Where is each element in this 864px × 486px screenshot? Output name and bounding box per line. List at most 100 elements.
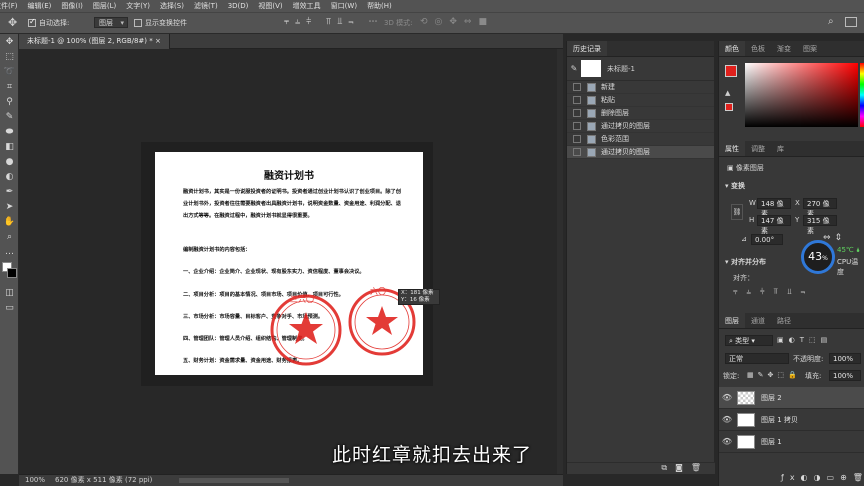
menu-type[interactable]: 文字(Y) (121, 1, 155, 11)
menu-image[interactable]: 图像(I) (56, 1, 88, 11)
hue-slider[interactable] (860, 63, 864, 127)
history-item[interactable]: 删除图层 (567, 107, 714, 120)
tab-swatches[interactable]: 色板 (745, 41, 771, 56)
more-tools-icon[interactable]: … (0, 244, 19, 259)
menu-select[interactable]: 选择(S) (155, 1, 189, 11)
height-field[interactable]: 147 像素 (757, 215, 791, 235)
blend-mode-dropdown[interactable]: 正常 (725, 353, 789, 364)
menu-filter[interactable]: 滤镜(T) (189, 1, 223, 11)
path-select-tool-icon[interactable]: ➤ (0, 199, 19, 214)
foreground-color-swatch[interactable] (725, 65, 737, 77)
menu-window[interactable]: 窗口(W) (326, 1, 362, 11)
gamut-warning-icon[interactable]: ▲ (725, 89, 735, 97)
tab-libraries[interactable]: 库 (771, 141, 790, 156)
history-source-box[interactable] (573, 109, 581, 117)
menu-plugins[interactable]: 增效工具 (288, 1, 326, 11)
layer-row[interactable]: 👁 图层 1 拷贝 (719, 409, 864, 431)
menu-file[interactable]: 文件(F) (0, 1, 23, 11)
document-size-info[interactable]: 620 像素 x 511 像素 (72 ppi) (55, 475, 152, 486)
document-tab[interactable]: 未标题-1 @ 100% (图层 2, RGB/8#) * × (19, 34, 170, 49)
tab-channels[interactable]: 通道 (745, 313, 771, 328)
auto-select-label: 自动选择: (39, 19, 70, 27)
menu-help[interactable]: 帮助(H) (362, 1, 397, 11)
tab-paths[interactable]: 路径 (771, 313, 797, 328)
layer-filter-dropdown[interactable]: ⌕ 类型 ▾ (725, 335, 773, 346)
tab-patterns[interactable]: 图案 (797, 41, 823, 56)
history-snapshot[interactable]: ✎ 未标题-1 (567, 57, 714, 81)
align-distribute-header[interactable]: ▾ 对齐并分布 (725, 257, 766, 267)
color-picker-field[interactable] (745, 63, 858, 127)
eraser-tool-icon[interactable]: ◧ (0, 139, 19, 154)
tab-properties[interactable]: 属性 (719, 141, 745, 156)
eye-icon[interactable]: 👁 (719, 393, 735, 402)
zoom-tool-icon[interactable]: ⌕ (0, 229, 19, 244)
align-buttons[interactable]: ⫧⫨⫩⫪⫫⫬ (733, 287, 814, 297)
brush-tool-icon[interactable]: ✎ (0, 109, 19, 124)
horizontal-scrollbar[interactable] (179, 478, 289, 483)
dodge-tool-icon[interactable]: ◐ (0, 169, 19, 184)
history-source-box[interactable] (573, 135, 581, 143)
history-item[interactable]: 通过拷贝的图层 (567, 120, 714, 133)
lasso-tool-icon[interactable]: ➰ (0, 64, 19, 79)
tab-history[interactable]: 历史记录 (567, 41, 607, 56)
search-icon[interactable]: ⌕ (828, 16, 834, 27)
zoom-level[interactable]: 100% (25, 475, 45, 486)
history-item-selected[interactable]: 通过拷贝的图层 (567, 146, 714, 159)
pen-tool-icon[interactable]: ✒ (0, 184, 19, 199)
history-item[interactable]: 新建 (567, 81, 714, 94)
history-source-box[interactable] (573, 148, 581, 156)
eyedropper-tool-icon[interactable]: ⚲ (0, 94, 19, 109)
auto-select-dropdown[interactable]: 图层 (94, 17, 128, 28)
align-icons[interactable]: ⫧⫨⫩ ⫪⫫⫬ ⋯ (284, 17, 383, 27)
history-source-box[interactable] (573, 96, 581, 104)
layers-footer-icons[interactable]: ƒx◐◑▭⊕🗑 (781, 473, 864, 482)
crop-tool-icon[interactable]: ⌗ (0, 79, 19, 94)
layer-filter-icons[interactable]: ▣◐T⬚▤ (777, 336, 832, 344)
mode-3d-icons[interactable]: ⟲◎✥⇔■ (420, 17, 494, 27)
tab-adjustments[interactable]: 调整 (745, 141, 771, 156)
doc-paragraph-2: 编制融资计划书的内容包括： (183, 247, 251, 253)
move-tool-icon[interactable]: ✥ (8, 16, 17, 29)
eye-icon[interactable]: 👁 (719, 415, 735, 424)
close-icon[interactable]: × (155, 37, 161, 45)
move-tool-icon[interactable]: ✥ (0, 34, 19, 49)
menu-layer[interactable]: 图层(L) (88, 1, 121, 11)
web-color-icon[interactable] (725, 103, 733, 111)
layer-row-selected[interactable]: 👁 图层 2 (719, 387, 864, 409)
align-sublabel: 对齐： (733, 274, 754, 282)
workspace-icon[interactable] (845, 17, 857, 27)
transform-header[interactable]: ▾ 变换 (725, 181, 745, 191)
doc-item-1: 一、企业介绍：企业简介、企业现状、现有股东实力、资信程度、董事会决议。 (183, 269, 365, 275)
blur-tool-icon[interactable]: ● (0, 154, 19, 169)
lock-icons[interactable]: ▦✎✥⬚🔒 (747, 371, 801, 379)
history-source-box[interactable] (573, 83, 581, 91)
history-item[interactable]: 粘贴 (567, 94, 714, 107)
hand-tool-icon[interactable]: ✋ (0, 214, 19, 229)
menu-3d[interactable]: 3D(D) (223, 2, 254, 10)
menu-view[interactable]: 视图(V) (253, 1, 287, 11)
tab-gradients[interactable]: 渐变 (771, 41, 797, 56)
angle-field[interactable]: 0.00° (751, 234, 783, 245)
background-swatch[interactable] (7, 268, 17, 278)
quick-mask-icon[interactable]: ◫ (0, 285, 19, 300)
fill-field[interactable]: 100% (829, 370, 861, 381)
show-transform-checkbox[interactable]: 显示变换控件 (134, 18, 187, 28)
history-brush-icon[interactable]: ✎ (567, 64, 581, 73)
y-field[interactable]: 315 像素 (803, 215, 837, 235)
auto-select-checkbox[interactable]: 自动选择: (28, 17, 70, 28)
history-source-box[interactable] (573, 122, 581, 130)
canvas-scrollbar[interactable] (557, 49, 563, 474)
color-swatches[interactable] (0, 259, 18, 285)
tab-color[interactable]: 颜色 (719, 41, 745, 56)
menu-edit[interactable]: 编辑(E) (23, 1, 57, 11)
x-field[interactable]: 270 像素 (803, 198, 837, 218)
stamp-tool-icon[interactable]: ⬬ (0, 124, 19, 139)
width-field[interactable]: 148 像素 (757, 198, 791, 218)
marquee-tool-icon[interactable]: ⬚ (0, 49, 19, 64)
tab-layers[interactable]: 图层 (719, 313, 745, 328)
screen-mode-icon[interactable]: ▭ (0, 300, 19, 315)
opacity-field[interactable]: 100% (829, 353, 861, 364)
doc-paragraph-1: 融资计划书，其实是一份说服投资者的证明书。投资者通过创业计划书认识了创业项目。除… (183, 189, 401, 219)
link-icon[interactable]: ⛓ (731, 204, 743, 220)
history-item[interactable]: 色彩范围 (567, 133, 714, 146)
